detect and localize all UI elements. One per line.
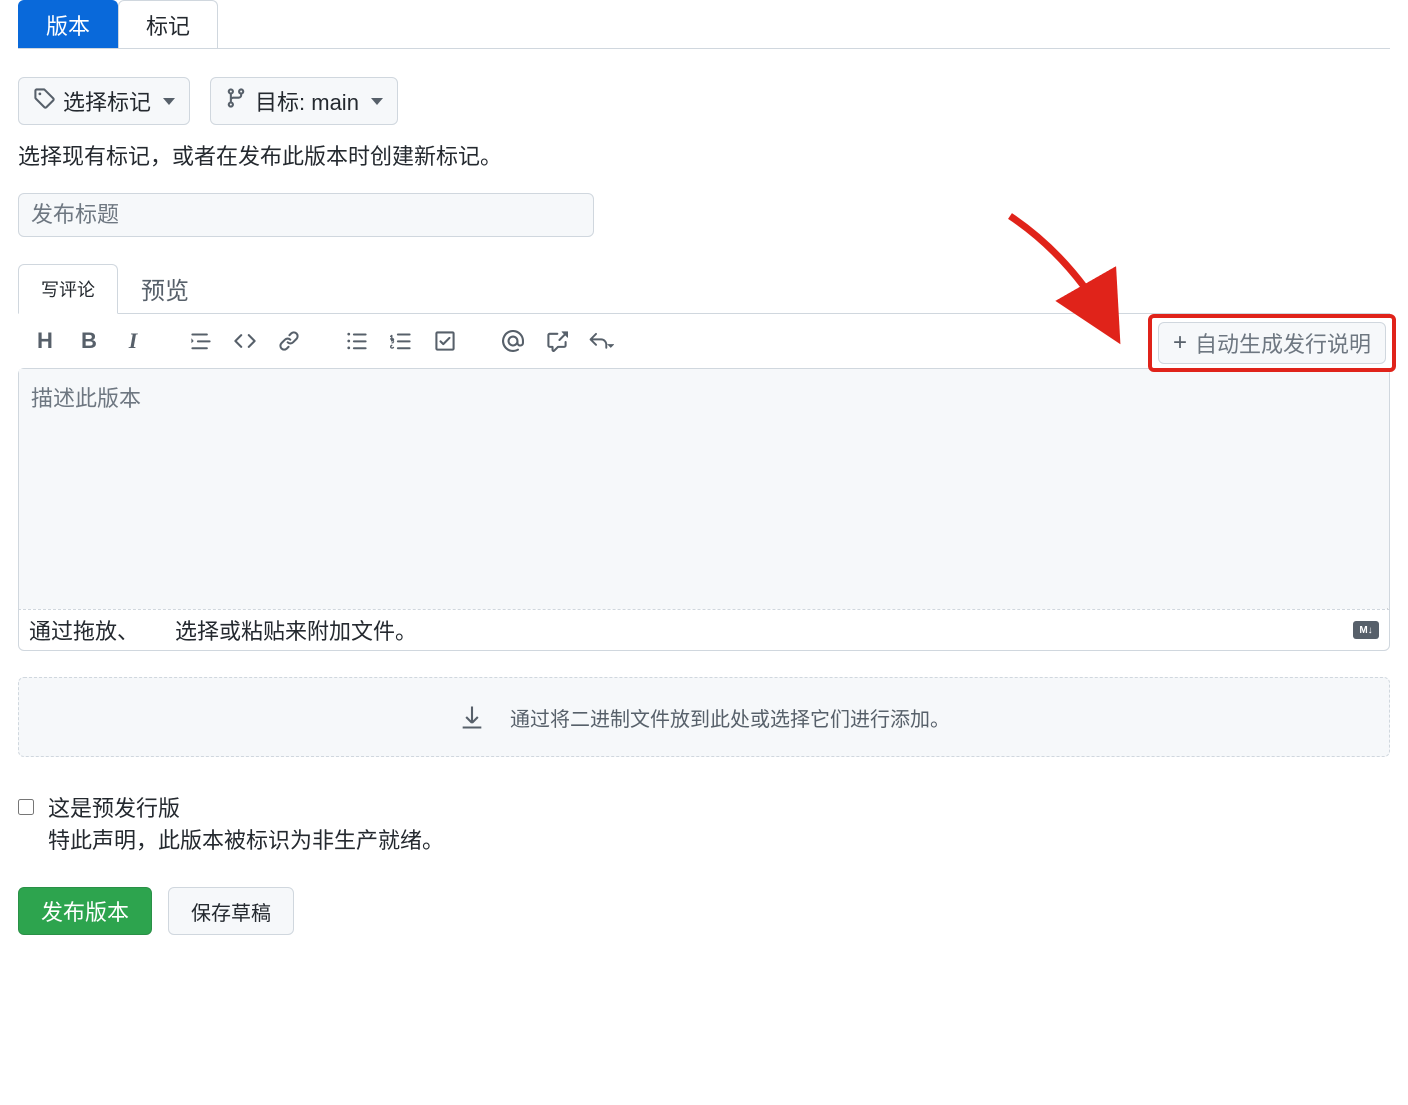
target-branch-button[interactable]: 目标: main [210,77,398,125]
auto-generate-release-notes-button[interactable]: + 自动生成发行说明 [1158,322,1386,364]
italic-button[interactable]: I [120,328,146,354]
release-title-input[interactable] [18,193,594,237]
prerelease-subtext: 特此声明，此版本被标识为非生产就绪。 [48,823,444,855]
top-nav: 版本 标记 [18,0,1390,49]
save-draft-button[interactable]: 保存草稿 [168,887,294,935]
tab-releases[interactable]: 版本 [18,0,118,48]
tasklist-button[interactable] [432,328,458,354]
attach-select-text: 选择或粘贴来附加文件。 [175,614,417,646]
cross-reference-button[interactable] [544,328,570,354]
publish-release-button[interactable]: 发布版本 [18,887,152,935]
unordered-list-button[interactable] [344,328,370,354]
ordered-list-button[interactable] [388,328,414,354]
chevron-down-icon [163,98,175,105]
chevron-down-icon [371,98,383,105]
attach-drop-text: 通过拖放、 [29,614,139,646]
code-icon [234,330,256,352]
auto-generate-label: 自动生成发行说明 [1195,327,1371,359]
tag-helper-text: 选择现有标记，或者在发布此版本时创建新标记。 [18,139,1390,171]
choose-tag-label: 选择标记 [63,85,151,117]
tasklist-icon [434,330,456,352]
prerelease-label: 这是预发行版 [48,791,444,823]
binaries-drop-zone[interactable]: 通过将二进制文件放到此处或选择它们进行添加。 [18,677,1390,757]
tab-preview[interactable]: 预览 [118,263,212,313]
choose-tag-button[interactable]: 选择标记 [18,77,190,125]
annotation-highlight-box: + 自动生成发行说明 [1148,314,1396,372]
reply-icon [588,330,609,352]
list-ordered-icon [390,330,412,352]
quote-button[interactable] [188,328,214,354]
heading-button[interactable]: H [32,328,58,354]
prerelease-block: 这是预发行版 特此声明，此版本被标识为非生产就绪。 [18,791,1390,855]
tab-tags[interactable]: 标记 [118,0,218,48]
selector-row: 选择标记 目标: main [18,77,1390,125]
bold-button[interactable]: B [76,328,102,354]
cross-reference-icon [546,330,568,352]
markdown-icon[interactable]: M↓ [1353,621,1379,639]
actions-row: 发布版本 保存草稿 [18,887,1390,935]
editor-toolbar: H B I [18,314,1390,368]
branch-icon [225,87,247,115]
code-button[interactable] [232,328,258,354]
mention-icon [502,330,524,352]
editor-tabs: 写评论 预览 [18,263,1390,314]
description-textarea[interactable] [19,369,1389,617]
link-icon [278,330,300,352]
list-unordered-icon [346,330,368,352]
attachment-row[interactable]: 通过拖放、 选择或粘贴来附加文件。 M↓ [18,609,1390,651]
quote-icon [190,330,212,352]
target-branch-label: 目标: main [255,85,359,117]
tag-icon [33,87,55,115]
binaries-zone-text: 通过将二进制文件放到此处或选择它们进行添加。 [510,703,950,732]
mention-button[interactable] [500,328,526,354]
prerelease-checkbox[interactable] [18,799,34,815]
download-arrow-icon [458,703,486,731]
link-button[interactable] [276,328,302,354]
reply-button[interactable] [588,328,614,354]
plus-icon: + [1173,329,1187,357]
tab-write[interactable]: 写评论 [18,264,118,314]
description-area [18,368,1390,609]
